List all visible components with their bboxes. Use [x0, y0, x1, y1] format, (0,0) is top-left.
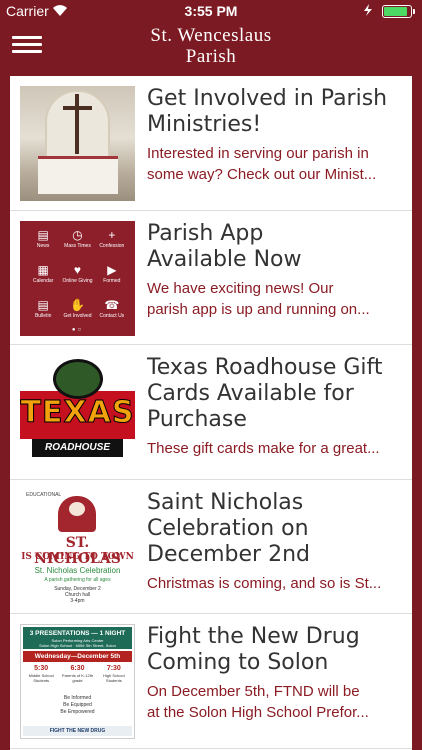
- news-description: We have exciting news! Our parish app is…: [147, 279, 370, 318]
- news-description: Christmas is coming, and so is St...: [147, 574, 382, 592]
- phone-icon: ☎ Contact Us: [99, 297, 125, 319]
- app-title-line2: Parish: [185, 46, 237, 67]
- clock-icon: ◷ Mass Times: [64, 227, 91, 249]
- ftnd-flyer: 3 PRESENTATIONS — 1 NIGHT Solon Performi…: [20, 624, 135, 739]
- calendar-icon: ▦ Calendar: [33, 262, 54, 284]
- news-title: Parish App Available Now: [147, 220, 302, 272]
- play-icon: ▶ Formed: [103, 262, 121, 284]
- news-item[interactable]: Get Involved in Parish Ministries! Inter…: [10, 76, 412, 211]
- bulletin-icon: ▤ Bulletin: [34, 297, 52, 319]
- status-bar: Carrier 3:55 PM: [0, 0, 422, 22]
- news-title: Fight the New Drug Coming to Solon: [147, 624, 360, 675]
- nav-bar: St. Wenceslaus Parish: [0, 22, 422, 74]
- clock-label: 3:55 PM: [184, 3, 238, 19]
- battery-level: [384, 7, 408, 16]
- news-description: On December 5th, FTND will be at the Sol…: [147, 683, 369, 721]
- charging-icon: [364, 4, 372, 16]
- news-item[interactable]: EDUCATIONAL ST. NICHOLAS IS COMING TO TO…: [10, 480, 412, 614]
- st-nicholas-flyer: EDUCATIONAL ST. NICHOLAS IS COMING TO TO…: [20, 489, 135, 605]
- altar-thumbnail: [20, 86, 135, 201]
- news-list[interactable]: Get Involved in Parish Ministries! Inter…: [10, 76, 412, 750]
- news-item[interactable]: ▤ News ◷ Mass Times + Confession ▦ Calendar …: [10, 211, 412, 345]
- news-title: Texas Roadhouse Gift Cards Available for…: [147, 355, 383, 432]
- texas-roadhouse-logo: TEXAS ROADHOUSE: [20, 355, 135, 470]
- newspaper-icon: ▤ News: [36, 227, 50, 249]
- page-dots: ●○: [71, 326, 84, 333]
- app-screenshot-thumbnail: ▤ News ◷ Mass Times + Confession ▦ Calendar …: [20, 220, 135, 336]
- hand-icon: ✋ Get Involved: [63, 297, 92, 319]
- app-title: St. Wenceslaus Parish: [0, 25, 422, 67]
- news-description: Interested in serving our parish in some…: [147, 145, 377, 183]
- news-item[interactable]: TEXAS ROADHOUSE Texas Roadhouse Gift Car…: [10, 345, 412, 480]
- app-title-line1: St. Wenceslaus: [150, 25, 272, 46]
- giving-icon: ♥ Online Giving: [62, 262, 93, 284]
- news-title: Get Involved in Parish Ministries!: [147, 86, 388, 137]
- plus-icon: + Confession: [99, 227, 125, 249]
- news-description: These gift cards make for a great...: [147, 440, 380, 457]
- news-title: Saint Nicholas Celebration on December 2…: [147, 489, 310, 567]
- battery-icon: [382, 5, 415, 18]
- news-item[interactable]: 3 PRESENTATIONS — 1 NIGHT Solon Performi…: [10, 614, 412, 749]
